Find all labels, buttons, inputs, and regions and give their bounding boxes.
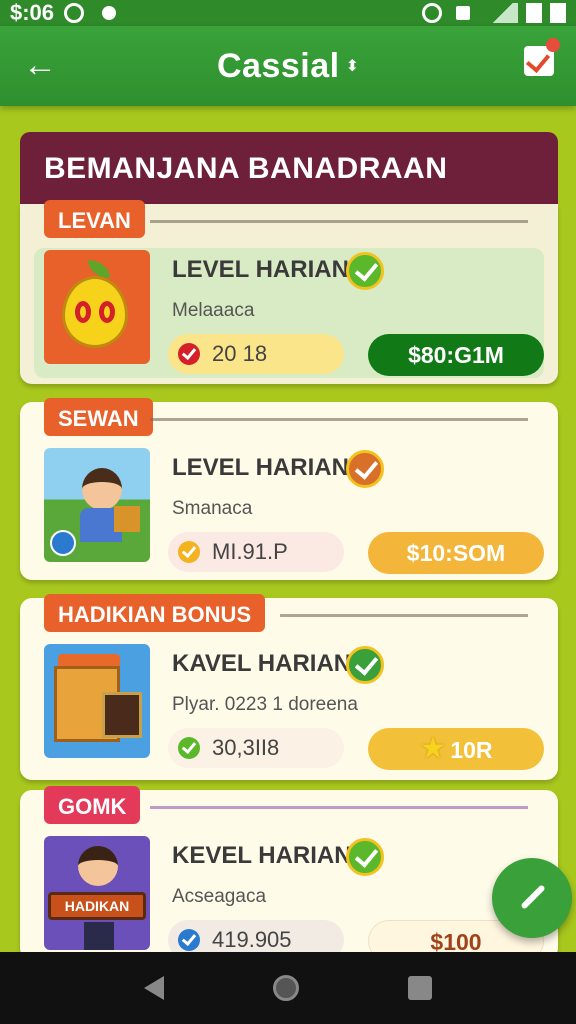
divider: [150, 418, 528, 421]
stat-value: 419.905: [212, 927, 292, 952]
list-item[interactable]: HADIKIAN BONUS KAVEL HARIAN Plyar. 0223 …: [20, 594, 558, 780]
verified-check-icon: [346, 838, 384, 876]
status-time: $:06: [10, 0, 55, 25]
stat-pill: MI.91.P: [168, 532, 344, 572]
fruit-character-image: [44, 250, 150, 364]
card-body: HADIKAN KEVEL HARIAN Acseagaca 419.905 $…: [34, 834, 544, 964]
status-bar: $:06: [0, 0, 576, 26]
sim-icon: [526, 3, 542, 23]
list-item[interactable]: GOMK HADIKAN KEVEL HARIAN Acseagaca 419.…: [20, 786, 558, 964]
signal-icon: [488, 3, 518, 23]
verified-check-icon: [346, 450, 384, 488]
hero-character-image: HADIKAN: [44, 836, 150, 950]
notification-dot-icon: [102, 6, 117, 20]
back-arrow-icon[interactable]: ←: [22, 48, 58, 84]
stat-value: 30,3II8: [212, 735, 280, 760]
stat-icon: [178, 343, 200, 365]
hero-banner-text: HADIKAN: [64, 898, 130, 914]
verified-check-icon: [346, 646, 384, 684]
battery-icon: [550, 3, 566, 23]
item-subtitle: Acseagaca: [172, 886, 267, 907]
star-icon: ★: [419, 732, 447, 765]
list-item[interactable]: SEWAN LEVEL HARIAN Smanaca MI.91.P $10:S…: [20, 398, 558, 580]
boy-character-image: [44, 448, 150, 562]
nav-recents-icon[interactable]: [407, 976, 432, 1000]
app-notification-icon: [422, 3, 442, 23]
stat-icon: [178, 541, 200, 563]
card-tag: SEWAN: [44, 398, 153, 436]
stat-pill: 30,3II8: [168, 728, 344, 768]
card-tag: LEVAN: [44, 200, 145, 238]
stat-value: MI.91.P: [212, 539, 288, 564]
card-body: LEVEL HARIAN Melaaaca 20 18 $80:G1M: [34, 248, 544, 378]
divider: [150, 806, 528, 809]
divider: [150, 220, 528, 223]
nav-back-icon[interactable]: [144, 976, 165, 1000]
page-title: Cassial: [217, 46, 340, 85]
item-subtitle: Melaaaca: [172, 300, 255, 321]
app-bar: ← Cassial ⬍: [0, 26, 576, 106]
system-nav-bar: [0, 952, 576, 1024]
stat-pill: 20 18: [168, 334, 344, 374]
sync-icon: [64, 3, 85, 23]
item-title: KEVEL HARIAN: [172, 842, 352, 869]
reward-value: 10R: [450, 737, 493, 763]
card-tag: HADIKIAN BONUS: [44, 594, 266, 632]
item-subtitle: Smanaca: [172, 498, 253, 519]
section-header: BEMANJANA BANADRAAN: [20, 132, 558, 204]
card-body: KAVEL HARIAN Plyar. 0223 1 doreena 30,3I…: [34, 642, 544, 772]
card-body: LEVEL HARIAN Smanaca MI.91.P $10:SOM: [34, 446, 544, 576]
bonus-box-image: [44, 644, 150, 758]
card-tag: GOMK: [44, 786, 141, 824]
stat-icon: [178, 737, 200, 759]
list-item[interactable]: LEVAN LEVEL HARIAN Melaaaca 20 18 $80:G1…: [20, 200, 558, 384]
item-title: LEVEL HARIAN: [172, 256, 349, 283]
divider: [280, 614, 528, 617]
nav-home-icon[interactable]: [272, 975, 299, 1001]
stat-icon: [178, 929, 200, 951]
notification-badge: [546, 38, 560, 52]
reward-button[interactable]: ★ 10R: [368, 728, 544, 770]
item-subtitle: Plyar. 0223 1 doreena: [172, 694, 358, 715]
item-title: LEVEL HARIAN: [172, 454, 349, 481]
chevron-updown-icon[interactable]: ⬍: [346, 56, 359, 76]
tasks-check-button[interactable]: [524, 38, 560, 76]
data-transfer-icon: [456, 6, 470, 20]
item-title: KAVEL HARIAN: [172, 650, 352, 677]
price-button[interactable]: $80:G1M: [368, 334, 544, 376]
edit-fab-button[interactable]: [492, 858, 572, 938]
price-button[interactable]: $10:SOM: [368, 532, 544, 574]
verified-check-icon: [346, 252, 384, 290]
stat-value: 20 18: [212, 341, 268, 366]
